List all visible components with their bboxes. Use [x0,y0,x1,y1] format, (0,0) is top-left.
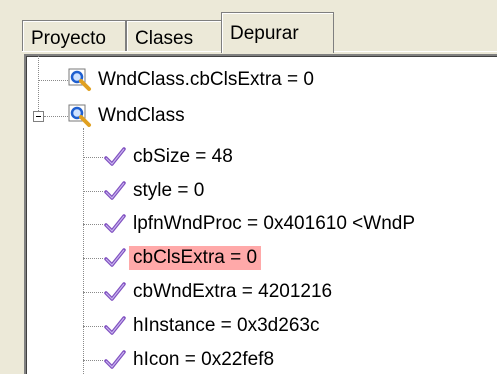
tree-branch-line [83,292,103,293]
tree-item-hicon[interactable]: hIcon = 0x22fef8 [103,345,278,374]
tree-item-label: cbSize = 48 [133,146,233,167]
tree-branch-line [83,326,103,327]
checkmark-icon [104,147,126,166]
debug-watch-tree[interactable]: WndClass.cbClsExtra = 0 WndClass cbSize … [24,54,497,374]
tab-clases-label: Clases [135,28,194,49]
tree-item-cbwndextra[interactable]: cbWndExtra = 4201216 [103,277,336,307]
tab-depurar-label: Depurar [230,23,299,44]
tab-strip: Proyecto Clases Depurar [22,10,497,53]
tree-branch-line [38,80,68,81]
tree-branch-line [44,116,68,117]
tree-item-hinstance[interactable]: hInstance = 0x3d263c [103,311,323,341]
checkmark-icon [104,248,126,267]
checkmark-icon [104,350,126,369]
tree-item-label: hInstance = 0x3d263c [133,315,320,336]
tree-item-label: WndClass.cbClsExtra = 0 [98,69,314,90]
tree-item-style[interactable]: style = 0 [103,176,208,206]
tree-branch-line [83,157,103,158]
tree-item-label: lpfnWndProc = 0x401610 <WndP [133,213,416,234]
collapse-toggle[interactable] [33,111,44,122]
tree-item-watch-wndclass[interactable]: WndClass [68,101,189,131]
magnifier-watch-icon [68,104,91,127]
checkmark-icon [104,316,126,335]
magnifier-watch-icon [68,68,91,91]
tree-branch-line [83,191,103,192]
tree-item-watch-cbclsextra[interactable]: WndClass.cbClsExtra = 0 [68,65,318,95]
tree-item-cbclsextra[interactable]: cbClsExtra = 0 [103,243,262,273]
tab-proyecto[interactable]: Proyecto [22,20,126,51]
checkmark-icon [104,181,126,200]
tab-clases[interactable]: Clases [126,20,222,51]
tree-item-label: WndClass [98,105,185,126]
checkmark-icon [104,282,126,301]
tree-item-label: hIcon = 0x22fef8 [133,349,275,370]
tree-item-label: style = 0 [133,180,205,201]
tree-item-label-highlighted: cbClsExtra = 0 [129,246,262,270]
tree-item-lpfnwndproc[interactable]: lpfnWndProc = 0x401610 <WndP [103,209,419,239]
tree-branch-line [83,224,103,225]
tree-item-label: cbWndExtra = 4201216 [133,281,333,302]
tree-branch-line [83,258,103,259]
tree-branch-line [83,360,103,361]
checkmark-icon [104,214,126,233]
tab-proyecto-label: Proyecto [31,28,106,49]
tab-depurar[interactable]: Depurar [221,12,334,53]
tree-item-cbsize[interactable]: cbSize = 48 [103,142,237,172]
tree-child-line [83,128,84,374]
